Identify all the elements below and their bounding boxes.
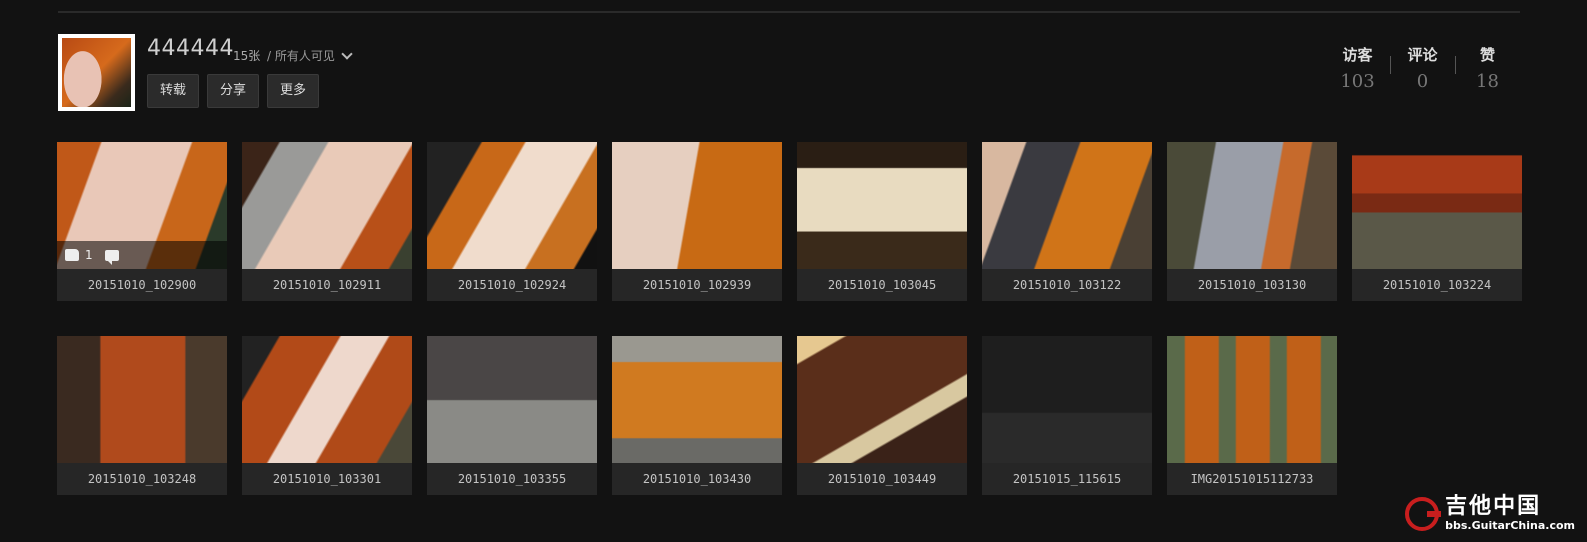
photo-thumbnail[interactable] — [612, 142, 782, 269]
stat-comments: 评论 0 — [1390, 44, 1455, 92]
photo-caption[interactable]: 20151010_103130 — [1167, 269, 1337, 301]
photo-tile[interactable]: 20151010_103355 — [427, 336, 597, 495]
stat-label: 评论 — [1407, 46, 1438, 64]
watermark-name: 吉他中国 — [1445, 494, 1542, 519]
photo-row: 20151010_103248 20151010_103301 20151010… — [57, 336, 1520, 495]
share-button[interactable]: 分享 — [207, 74, 260, 108]
photo-tile[interactable]: 20151010_103301 — [242, 336, 412, 495]
site-watermark: 吉他中国 bbs.GuitarChina.com — [1405, 495, 1575, 532]
photo-tile[interactable]: 20151010_103130 — [1167, 142, 1337, 301]
comment-icon[interactable] — [104, 249, 119, 265]
photo-caption[interactable]: 20151010_103449 — [797, 463, 967, 495]
thumbs-up-icon[interactable] — [65, 249, 79, 261]
photo-caption[interactable]: 20151010_102911 — [242, 269, 412, 301]
photo-thumbnail[interactable] — [1167, 142, 1337, 269]
photo-thumbnail[interactable] — [982, 142, 1152, 269]
album-cover[interactable] — [58, 34, 135, 111]
stat-value: 103 — [1340, 71, 1375, 92]
photo-thumbnail[interactable]: 1 — [57, 142, 227, 269]
photo-caption[interactable]: 20151010_103122 — [982, 269, 1152, 301]
privacy-label: / 所有人可见 — [267, 49, 335, 63]
photo-grid: 1 20151010_102900 20151010_102911 201510… — [57, 142, 1522, 530]
repost-button[interactable]: 转载 — [147, 74, 200, 108]
photo-caption[interactable]: 20151015_115615 — [982, 463, 1152, 495]
album-actions: 转载 分享 更多 — [147, 74, 320, 108]
top-divider — [58, 11, 1520, 13]
stat-value: 18 — [1476, 71, 1499, 92]
stat-visitors: 访客 103 — [1325, 44, 1390, 92]
photo-thumbnail[interactable] — [797, 336, 967, 463]
photo-tile[interactable]: 20151010_102924 — [427, 142, 597, 301]
photo-thumbnail[interactable] — [1167, 336, 1337, 463]
chevron-down-icon — [341, 47, 353, 60]
like-count: 1 — [85, 248, 93, 262]
stat-label: 访客 — [1342, 46, 1373, 64]
photo-thumbnail[interactable] — [612, 336, 782, 463]
photo-tile[interactable]: 20151015_115615 — [982, 336, 1152, 495]
watermark-url: bbs.GuitarChina.com — [1445, 519, 1575, 532]
photo-caption[interactable]: 20151010_102924 — [427, 269, 597, 301]
album-cover-image — [62, 38, 131, 107]
photo-thumbnail[interactable] — [427, 142, 597, 269]
photo-caption[interactable]: 20151010_102900 — [57, 269, 227, 301]
photo-tile[interactable]: 20151010_103122 — [982, 142, 1152, 301]
photo-thumbnail[interactable] — [57, 336, 227, 463]
photo-tile[interactable]: IMG20151015112733 — [1167, 336, 1337, 495]
album-title: 444444 — [147, 36, 234, 61]
photo-row: 1 20151010_102900 20151010_102911 201510… — [57, 142, 1522, 301]
photo-thumbnail[interactable] — [242, 336, 412, 463]
photo-caption[interactable]: IMG20151015112733 — [1167, 463, 1337, 495]
album-header: 444444 15张 / 所有人可见 转载 分享 更多 访客 103 评论 0 … — [58, 34, 1520, 114]
photo-caption[interactable]: 20151010_102939 — [612, 269, 782, 301]
photo-caption[interactable]: 20151010_103248 — [57, 463, 227, 495]
photo-tile[interactable]: 1 20151010_102900 — [57, 142, 227, 301]
photo-caption[interactable]: 20151010_103355 — [427, 463, 597, 495]
photo-thumbnail[interactable] — [1352, 142, 1522, 269]
photo-thumbnail[interactable] — [427, 336, 597, 463]
stat-label: 赞 — [1479, 46, 1495, 64]
album-photo-count: 15张 — [233, 49, 261, 63]
watermark-text: 吉他中国 bbs.GuitarChina.com — [1445, 494, 1575, 533]
privacy-dropdown[interactable]: / 所有人可见 — [267, 47, 353, 64]
more-button[interactable]: 更多 — [267, 74, 320, 108]
album-stats: 访客 103 评论 0 赞 18 — [1325, 44, 1520, 92]
photo-tile[interactable]: 20151010_102911 — [242, 142, 412, 301]
photo-tile[interactable]: 20151010_102939 — [612, 142, 782, 301]
photo-thumbnail[interactable] — [242, 142, 412, 269]
photo-tile[interactable]: 20151010_103224 — [1352, 142, 1522, 301]
photo-tile[interactable]: 20151010_103045 — [797, 142, 967, 301]
stat-value: 0 — [1416, 71, 1429, 92]
photo-caption[interactable]: 20151010_103224 — [1352, 269, 1522, 301]
photo-caption[interactable]: 20151010_103301 — [242, 463, 412, 495]
photo-caption[interactable]: 20151010_103045 — [797, 269, 967, 301]
photo-overlay: 1 — [57, 241, 227, 269]
stat-likes: 赞 18 — [1455, 44, 1520, 92]
photo-tile[interactable]: 20151010_103430 — [612, 336, 782, 495]
photo-tile[interactable]: 20151010_103248 — [57, 336, 227, 495]
photo-tile[interactable]: 20151010_103449 — [797, 336, 967, 495]
photo-caption[interactable]: 20151010_103430 — [612, 463, 782, 495]
photo-thumbnail[interactable] — [797, 142, 967, 269]
guitar-logo-icon — [1405, 496, 1442, 531]
photo-thumbnail[interactable] — [982, 336, 1152, 463]
